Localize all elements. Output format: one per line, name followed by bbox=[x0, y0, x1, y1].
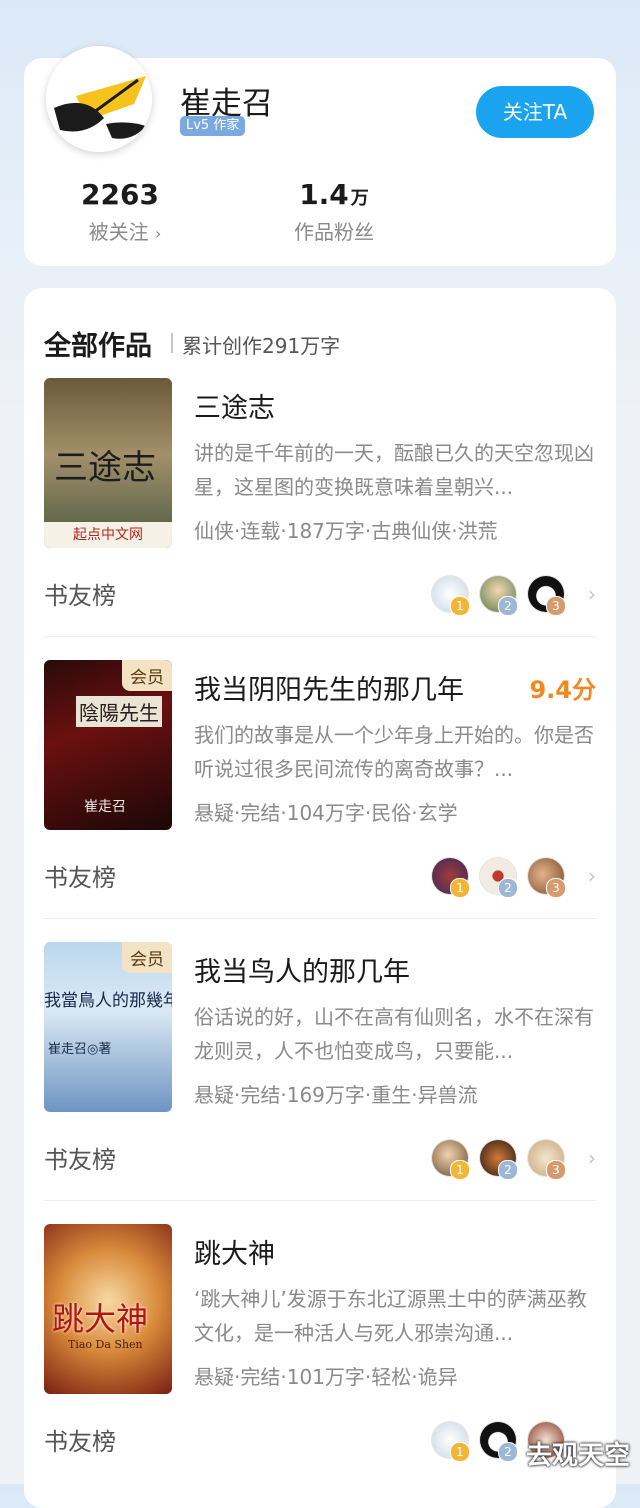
reader-rank-avatars[interactable]: 1 2 3 › bbox=[426, 574, 596, 616]
followers-link[interactable]: 被关注 › bbox=[70, 216, 180, 245]
book-item[interactable]: 我當鳥人的那幾年 崔走召◎著 会员 我当鸟人的那几年 俗话说的好，山不在高有仙则… bbox=[44, 942, 596, 1224]
rank-badge: 2 bbox=[498, 1160, 518, 1180]
followers-label: 被关注 bbox=[88, 220, 149, 244]
fans-stat: 1.4 万 bbox=[284, 178, 384, 211]
book-title[interactable]: 三途志 bbox=[194, 386, 275, 425]
book-title[interactable]: 我当阴阳先生的那几年 bbox=[194, 668, 464, 707]
cover-footer: Tiao Da Shen bbox=[68, 1338, 143, 1351]
fans-unit: 万 bbox=[350, 188, 369, 209]
cover-footer: 崔走召 bbox=[84, 799, 126, 815]
book-meta: 仙侠·连载·187万字·古典仙侠·洪荒 bbox=[194, 519, 498, 543]
author-avatar[interactable] bbox=[46, 46, 152, 152]
book-description: 俗话说的好，山不在高有仙则名，水不在深有龙则灵，人不也怕变成鸟，只要能... bbox=[194, 1005, 594, 1063]
book-item[interactable]: 跳大神 Tiao Da Shen 跳大神 ‘跳大神儿’发源于东北辽源黑土中的萨满… bbox=[44, 1224, 596, 1506]
fans-label: 作品粉丝 bbox=[294, 220, 374, 244]
cover-title: 我當鳥人的那幾年 bbox=[44, 991, 172, 1011]
author-profile-card: 崔走召 Lv5 作家 关注TA 2263 被关注 › 1.4 万 作品粉丝 bbox=[24, 46, 616, 266]
author-level-badge: Lv5 作家 bbox=[180, 116, 246, 136]
followers-count: 2263 bbox=[81, 178, 159, 211]
rank-badge: 3 bbox=[546, 878, 566, 898]
rank-badge: 1 bbox=[450, 878, 470, 898]
cover-title: 跳大神 bbox=[52, 1300, 149, 1338]
reader-rank-label[interactable]: 书友榜 bbox=[44, 576, 116, 611]
rank-badge: 2 bbox=[498, 1442, 518, 1462]
chevron-right-icon: › bbox=[588, 1146, 596, 1170]
book-cover[interactable]: 跳大神 Tiao Da Shen bbox=[44, 1224, 172, 1394]
quill-logo-icon bbox=[46, 46, 152, 152]
book-item[interactable]: 三途志 起点中文网 三途志 讲的是千年前的一天，酝酿已久的天空忽现凶星，这星图的… bbox=[44, 378, 596, 660]
book-cover[interactable]: 陰陽先生 崔走召 会员 bbox=[44, 660, 172, 830]
cover-title: 三途志 bbox=[54, 448, 156, 488]
rank-badge: 1 bbox=[450, 1160, 470, 1180]
works-card: 全部作品 累计创作291万字 三途志 起点中文网 三途志 讲的是千年前的一天，酝… bbox=[24, 288, 616, 1508]
divider bbox=[44, 1200, 596, 1201]
chevron-right-icon: › bbox=[588, 582, 596, 606]
book-cover[interactable]: 我當鳥人的那幾年 崔走召◎著 会员 bbox=[44, 942, 172, 1112]
works-title-divider bbox=[171, 333, 173, 353]
fans-count: 1.4 bbox=[299, 178, 349, 211]
cover-title: 陰陽先生 bbox=[76, 696, 162, 727]
works-title: 全部作品 bbox=[44, 331, 152, 362]
book-score: 9.4分 bbox=[529, 676, 596, 704]
reader-rank-label[interactable]: 书友榜 bbox=[44, 1422, 116, 1457]
divider bbox=[44, 636, 596, 637]
book-item[interactable]: 陰陽先生 崔走召 会员 我当阴阳先生的那几年 9.4分 我们的故事是从一个少年身… bbox=[44, 660, 596, 942]
rank-badge: 1 bbox=[450, 1442, 470, 1462]
book-title[interactable]: 跳大神 bbox=[194, 1232, 275, 1271]
rank-badge: 1 bbox=[450, 596, 470, 616]
reader-rank-avatars[interactable]: 1 2 3 › bbox=[426, 856, 596, 898]
rank-badge: 3 bbox=[546, 1160, 566, 1180]
cover-footer: 崔走召◎著 bbox=[48, 1042, 112, 1057]
book-title[interactable]: 我当鸟人的那几年 bbox=[194, 950, 410, 989]
rank-badge: 2 bbox=[498, 596, 518, 616]
divider bbox=[44, 918, 596, 919]
chevron-right-icon: › bbox=[588, 864, 596, 888]
cover-footer: 起点中文网 bbox=[44, 522, 172, 548]
reader-rank-avatars[interactable]: 1 2 3 › bbox=[426, 1138, 596, 1180]
vip-badge: 会员 bbox=[122, 660, 172, 691]
rank-badge: 3 bbox=[546, 596, 566, 616]
book-description: 讲的是千年前的一天，酝酿已久的天空忽现凶星，这星图的变换既意味着皇朝兴... bbox=[194, 441, 594, 499]
follow-button[interactable]: 关注TA bbox=[476, 86, 594, 138]
book-meta: 悬疑·完结·101万字·轻松·诡异 bbox=[194, 1365, 458, 1389]
book-description: ‘跳大神儿’发源于东北辽源黑土中的萨满巫教文化，是一种活人与死人邪崇沟通... bbox=[194, 1287, 587, 1345]
book-meta: 悬疑·完结·104万字·民俗·玄学 bbox=[194, 801, 458, 825]
chevron-right-icon: › bbox=[154, 224, 162, 243]
book-cover[interactable]: 三途志 起点中文网 bbox=[44, 378, 172, 548]
works-total-words: 累计创作291万字 bbox=[182, 334, 341, 358]
reader-rank-label[interactable]: 书友榜 bbox=[44, 858, 116, 893]
rank-badge: 2 bbox=[498, 878, 518, 898]
book-meta: 悬疑·完结·169万字·重生·异兽流 bbox=[194, 1083, 478, 1107]
vip-badge: 会员 bbox=[122, 942, 172, 973]
watermark: 去观天空 bbox=[525, 1441, 630, 1471]
reader-rank-label[interactable]: 书友榜 bbox=[44, 1140, 116, 1175]
book-description: 我们的故事是从一个少年身上开始的。你是否听说过很多民间流传的离奇故事？... bbox=[194, 723, 594, 781]
